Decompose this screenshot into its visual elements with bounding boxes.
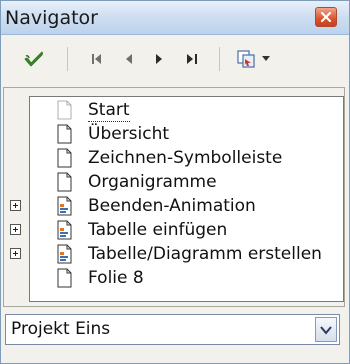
tree-item-label: Folie 8	[88, 268, 144, 288]
navigator-toolbar	[1, 35, 349, 83]
tree-item-organigramme[interactable]: Organigramme	[30, 171, 343, 195]
slide-icon	[57, 100, 72, 120]
first-slide-icon	[92, 54, 101, 64]
tree-item-uebersicht[interactable]: Übersicht	[30, 123, 343, 147]
next-slide-icon	[156, 54, 162, 64]
tree-item-folie-8[interactable]: Folie 8	[30, 267, 343, 291]
tree-item-zeichnen-symbolleiste[interactable]: Zeichnen-Symbolleiste	[30, 147, 343, 171]
tree-item-tabelle-diagramm-erstellen[interactable]: Tabelle/Diagramm erstellen	[10, 243, 343, 267]
apply-icon	[24, 51, 43, 67]
slide-icon	[57, 124, 72, 144]
window-title: Navigator	[5, 7, 98, 29]
toolbar-separator	[67, 47, 68, 71]
document-select[interactable]: Projekt Eins	[5, 314, 340, 345]
drag-mode-button[interactable]	[233, 48, 273, 70]
slide-with-objects-icon	[57, 220, 72, 240]
document-select-value: Projekt Eins	[11, 319, 111, 339]
next-slide-button[interactable]	[151, 48, 167, 70]
previous-slide-icon	[126, 54, 132, 64]
expand-button[interactable]	[10, 248, 21, 259]
close-button[interactable]	[315, 7, 337, 27]
title-bar[interactable]: Navigator	[1, 1, 349, 35]
tree-item-tabelle-einfuegen[interactable]: Tabelle einfügen	[10, 219, 343, 243]
chevron-down-icon	[262, 56, 270, 61]
apply-button[interactable]	[21, 48, 47, 70]
tree-item-label: Beenden-Animation	[88, 196, 256, 216]
tree-item-label: Übersicht	[88, 124, 170, 144]
previous-slide-button[interactable]	[121, 48, 137, 70]
toolbar-separator	[219, 47, 220, 71]
expand-button[interactable]	[10, 224, 21, 235]
slide-icon	[57, 268, 72, 288]
drag-mode-icon	[237, 50, 255, 68]
navigator-tree[interactable]: Start Übersicht Zeichnen-Symbolleiste Or…	[10, 96, 344, 302]
tree-item-beenden-animation[interactable]: Beenden-Animation	[10, 195, 343, 219]
chevron-down-icon	[320, 325, 332, 335]
tree-item-start[interactable]: Start	[30, 99, 343, 123]
navigator-window: Navigator Start Übersicht Zeichnen-Symbo…	[0, 0, 350, 364]
tree-item-label: Tabelle einfügen	[88, 220, 228, 240]
expand-button[interactable]	[10, 200, 21, 211]
tree-item-label: Organigramme	[88, 172, 217, 192]
tree-item-label: Start	[88, 100, 130, 122]
tree-item-label: Zeichnen-Symbolleiste	[88, 148, 283, 168]
close-icon	[320, 11, 332, 23]
slide-icon	[57, 148, 72, 168]
slide-icon	[57, 172, 72, 192]
slide-with-objects-icon	[57, 196, 72, 216]
last-slide-icon	[187, 54, 197, 64]
tree-item-label: Tabelle/Diagramm erstellen	[88, 244, 322, 264]
document-select-dropdown-button[interactable]	[315, 317, 337, 342]
slide-with-objects-icon	[57, 244, 72, 264]
first-slide-button[interactable]	[89, 48, 105, 70]
last-slide-button[interactable]	[183, 48, 201, 70]
tree-gutter	[4, 88, 29, 302]
